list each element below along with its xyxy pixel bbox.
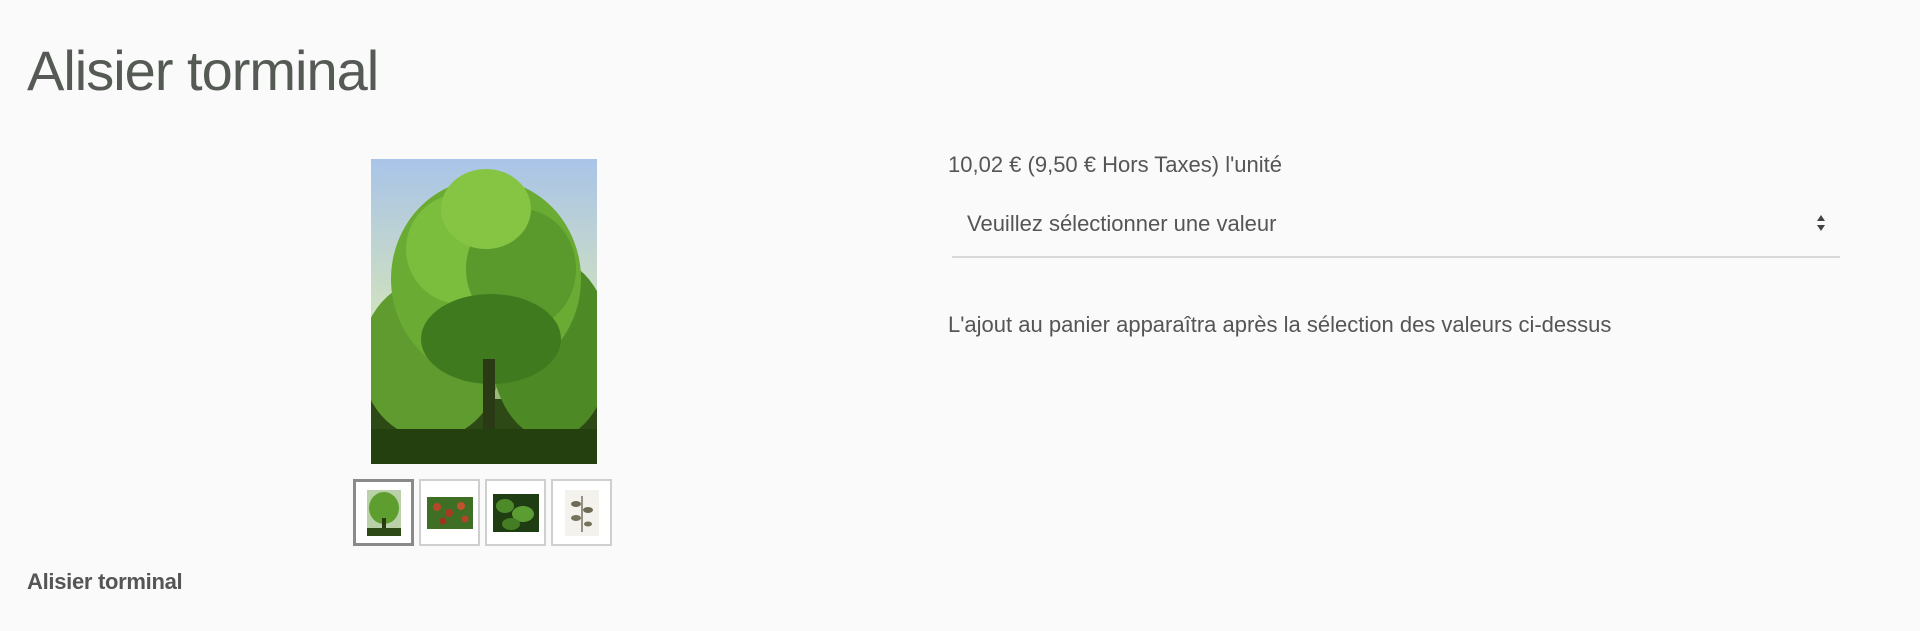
thumbnail-strip <box>353 479 612 546</box>
variant-select-value: Veuillez sélectionner une valeur <box>967 211 1277 236</box>
variant-select[interactable]: Veuillez sélectionner une valeur <box>952 199 1840 258</box>
thumbnail-herbarium[interactable] <box>551 479 612 546</box>
thumbnail-tree[interactable] <box>353 479 414 546</box>
thumbnail-berries[interactable] <box>419 479 480 546</box>
product-name-heading: Alisier torminal <box>27 569 183 594</box>
sort-arrows-icon <box>1817 215 1825 231</box>
cart-notice: L'ajout au panier apparaîtra après la sé… <box>948 312 1612 337</box>
thumbnail-foliage[interactable] <box>485 479 546 546</box>
product-page: Alisier torminal Alisier torminal 10,02 … <box>0 0 1920 631</box>
product-main-image[interactable] <box>371 159 597 464</box>
price-text: 10,02 € (9,50 € Hors Taxes) l'unité <box>948 152 1282 177</box>
page-title: Alisier torminal <box>27 39 379 102</box>
tree-photo <box>371 159 597 464</box>
